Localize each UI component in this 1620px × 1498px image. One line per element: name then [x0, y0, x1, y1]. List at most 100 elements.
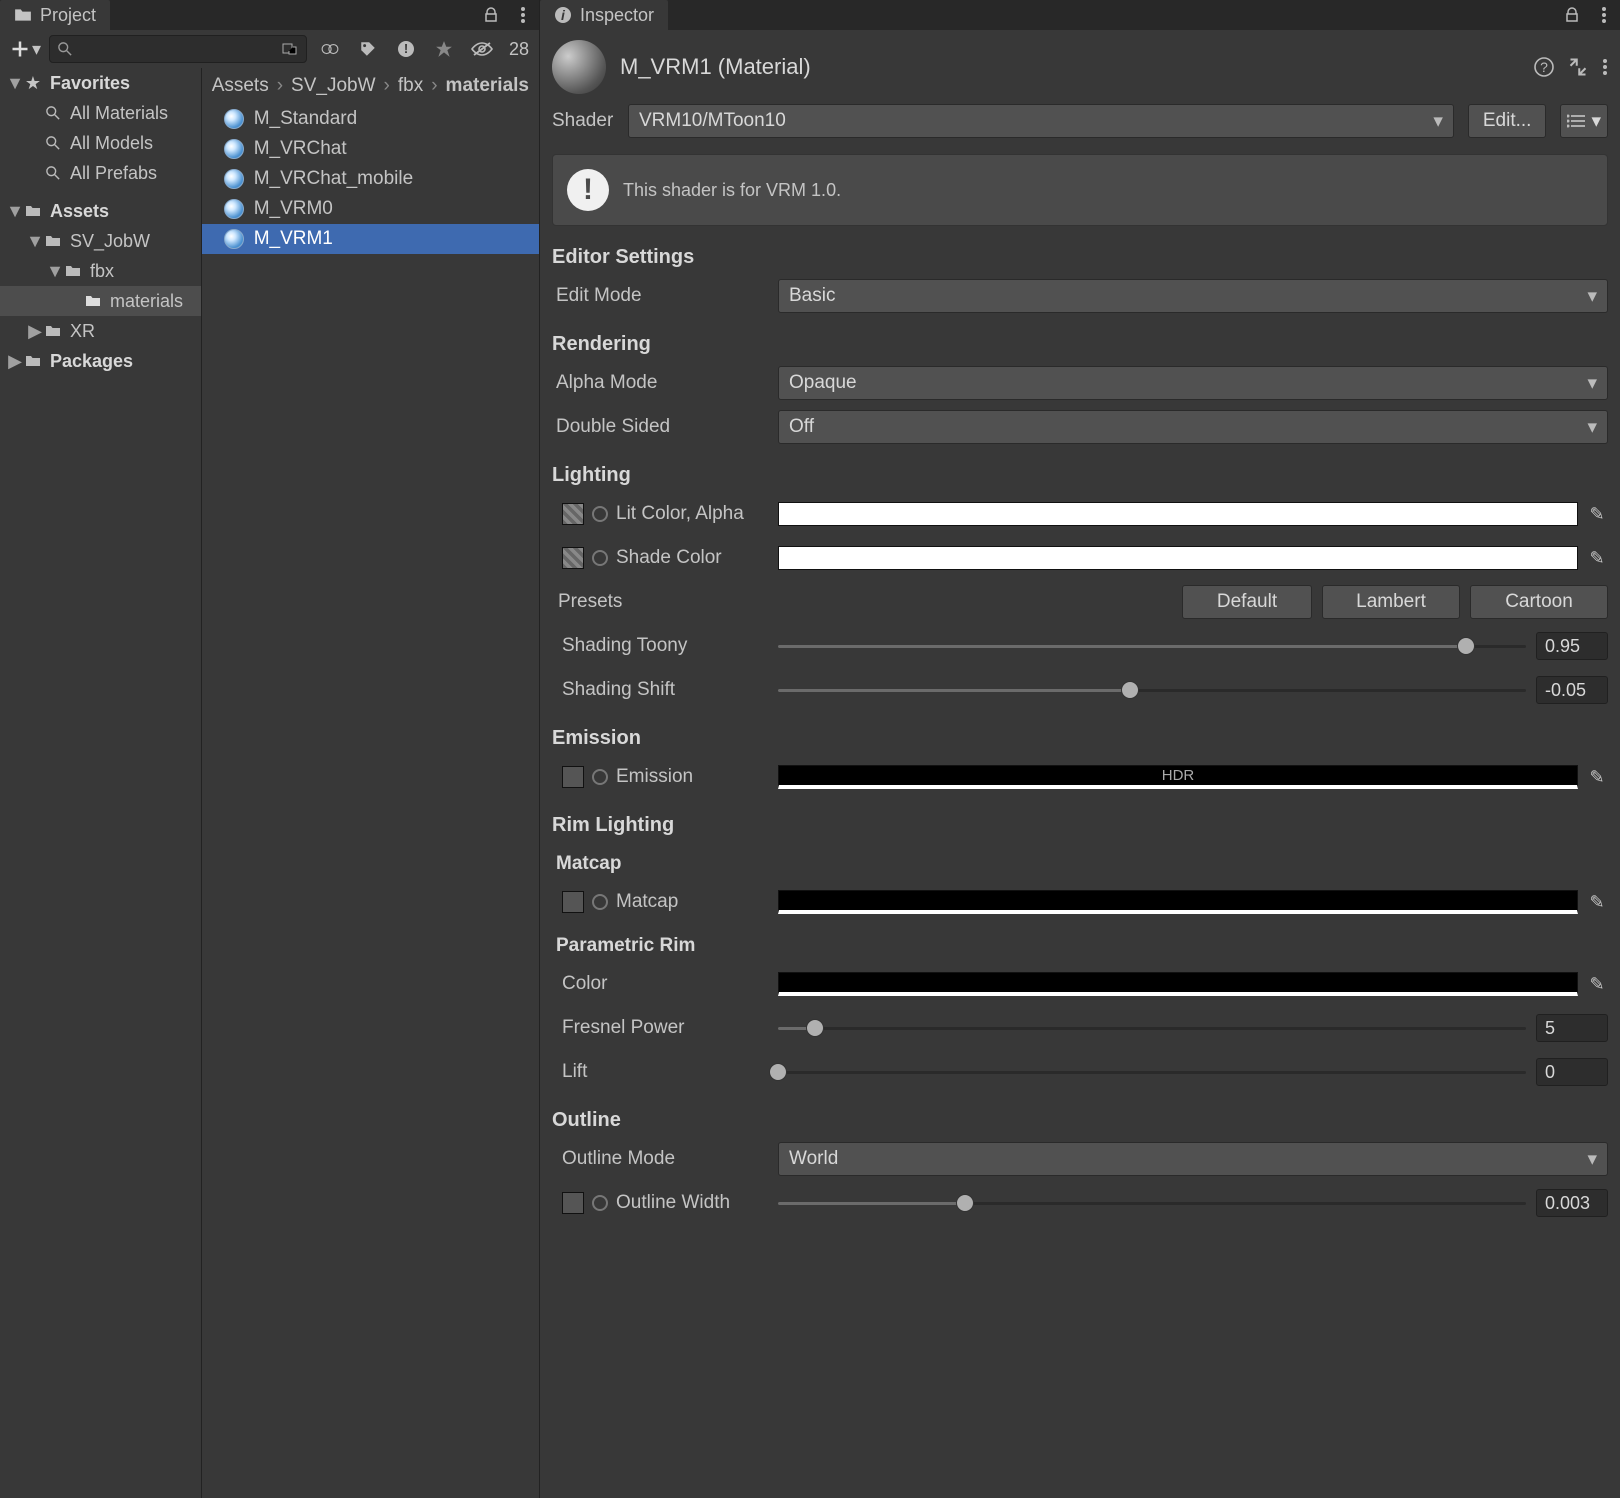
alpha-mode-dropdown[interactable]: Opaque	[778, 366, 1608, 400]
folder-item[interactable]: ▼SV_JobW	[0, 226, 201, 256]
parametric-rim-subtitle: Parametric Rim	[552, 935, 1608, 957]
texture-slot-icon[interactable]	[562, 503, 584, 525]
inspector-panel: i Inspector M_VRM1 (Material) ? Shader V…	[540, 0, 1620, 1498]
favorite-item[interactable]: All Models	[0, 128, 201, 158]
kebab-icon[interactable]	[1602, 58, 1608, 76]
asset-item[interactable]: M_VRChat_mobile	[202, 164, 539, 194]
filter-log-icon[interactable]: !	[391, 35, 421, 63]
edit-mode-dropdown[interactable]: Basic	[778, 279, 1608, 313]
eyedropper-icon[interactable]: ✎	[1586, 766, 1608, 788]
eyedropper-icon[interactable]: ✎	[1586, 503, 1608, 525]
search-scope-icon[interactable]	[282, 41, 298, 57]
outline-width-slider[interactable]	[778, 1194, 1526, 1212]
visibility-hidden-icon[interactable]	[467, 35, 497, 63]
shading-toony-value[interactable]	[1536, 632, 1608, 660]
asset-item[interactable]: M_VRChat	[202, 134, 539, 164]
outline-mode-label: Outline Mode	[552, 1148, 768, 1170]
project-tab[interactable]: Project	[0, 0, 110, 30]
asset-item[interactable]: M_VRM0	[202, 194, 539, 224]
shading-shift-value[interactable]	[1536, 676, 1608, 704]
packages-root[interactable]: ▶Packages	[0, 346, 201, 376]
search-icon	[44, 134, 62, 152]
outline-title: Outline	[552, 1109, 1608, 1132]
folder-icon	[44, 232, 62, 250]
lit-color-field[interactable]	[778, 502, 1578, 526]
picker-circle-icon[interactable]	[592, 894, 608, 910]
breadcrumb-item[interactable]: materials	[446, 75, 529, 97]
shading-toony-slider[interactable]	[778, 637, 1526, 655]
material-icon	[224, 169, 244, 189]
filter-label-icon[interactable]	[353, 35, 383, 63]
folder-icon	[24, 202, 42, 220]
emission-color-field[interactable]: HDR	[778, 765, 1578, 789]
matcap-color-field[interactable]	[778, 890, 1578, 914]
asset-item[interactable]: M_Standard	[202, 104, 539, 134]
emission-title: Emission	[552, 727, 1608, 750]
breadcrumb[interactable]: Assets› SV_JobW› fbx› materials	[202, 68, 539, 104]
picker-circle-icon[interactable]	[592, 550, 608, 566]
project-toolbar: ▾ ! 28	[0, 30, 539, 68]
material-icon	[224, 199, 244, 219]
eyedropper-icon[interactable]: ✎	[1586, 547, 1608, 569]
shader-dropdown[interactable]: VRM10/MToon10	[628, 104, 1454, 138]
kebab-icon[interactable]	[507, 0, 539, 30]
material-preview-icon[interactable]	[552, 40, 606, 94]
favorite-item[interactable]: All Prefabs	[0, 158, 201, 188]
project-search[interactable]	[49, 35, 307, 63]
fresnel-power-value[interactable]	[1536, 1014, 1608, 1042]
lock-icon[interactable]	[475, 0, 507, 30]
breadcrumb-item[interactable]: fbx	[398, 75, 423, 97]
lift-value[interactable]	[1536, 1058, 1608, 1086]
project-tab-bar: Project	[0, 0, 539, 30]
lock-icon[interactable]	[1556, 0, 1588, 30]
picker-circle-icon[interactable]	[592, 1195, 608, 1211]
asset-item-selected[interactable]: M_VRM1	[202, 224, 539, 254]
help-icon[interactable]: ?	[1534, 57, 1554, 77]
emission-label: Emission	[552, 766, 768, 788]
filter-type-icon[interactable]	[315, 35, 345, 63]
shade-color-field[interactable]	[778, 546, 1578, 570]
outline-width-value[interactable]	[1536, 1189, 1608, 1217]
folder-item-selected[interactable]: materials	[0, 286, 201, 316]
assets-root[interactable]: ▼Assets	[0, 196, 201, 226]
rim-color-field[interactable]	[778, 972, 1578, 996]
favorite-star-icon[interactable]	[429, 35, 459, 63]
material-icon	[224, 229, 244, 249]
project-tab-label: Project	[40, 5, 96, 26]
shader-label: Shader	[552, 110, 614, 132]
favorite-item[interactable]: All Materials	[0, 98, 201, 128]
favorites-root[interactable]: ▼ ★ Favorites	[0, 68, 201, 98]
rim-color-label: Color	[552, 973, 768, 995]
double-sided-dropdown[interactable]: Off	[778, 410, 1608, 444]
preset-default-button[interactable]: Default	[1182, 585, 1312, 619]
texture-slot-icon[interactable]	[562, 1192, 584, 1214]
inspector-header: M_VRM1 (Material) ? Shader VRM10/MToon10…	[540, 30, 1620, 144]
texture-slot-icon[interactable]	[562, 891, 584, 913]
picker-circle-icon[interactable]	[592, 506, 608, 522]
breadcrumb-item[interactable]: Assets	[212, 75, 269, 97]
edit-shader-button[interactable]: Edit...	[1468, 104, 1547, 138]
fresnel-power-slider[interactable]	[778, 1019, 1526, 1037]
shading-shift-slider[interactable]	[778, 681, 1526, 699]
preset-icon[interactable]	[1568, 57, 1588, 77]
preset-cartoon-button[interactable]: Cartoon	[1470, 585, 1608, 619]
inspector-tab[interactable]: i Inspector	[540, 0, 668, 30]
picker-circle-icon[interactable]	[592, 769, 608, 785]
add-button[interactable]: ▾	[10, 39, 41, 60]
search-icon	[44, 164, 62, 182]
lit-color-label: Lit Color, Alpha	[552, 503, 768, 525]
texture-slot-icon[interactable]	[562, 547, 584, 569]
inspector-tab-bar: i Inspector	[540, 0, 1620, 30]
texture-slot-icon[interactable]	[562, 766, 584, 788]
folder-item[interactable]: ▼fbx	[0, 256, 201, 286]
eyedropper-icon[interactable]: ✎	[1586, 973, 1608, 995]
outline-mode-dropdown[interactable]: World	[778, 1142, 1608, 1176]
eyedropper-icon[interactable]: ✎	[1586, 891, 1608, 913]
asset-list-pane: Assets› SV_JobW› fbx› materials M_Standa…	[201, 68, 539, 1498]
preset-lambert-button[interactable]: Lambert	[1322, 585, 1460, 619]
breadcrumb-item[interactable]: SV_JobW	[291, 75, 375, 97]
lift-slider[interactable]	[778, 1063, 1526, 1081]
folder-item[interactable]: ▶XR	[0, 316, 201, 346]
kebab-icon[interactable]	[1588, 0, 1620, 30]
list-menu-button[interactable]: ▾	[1560, 104, 1608, 138]
